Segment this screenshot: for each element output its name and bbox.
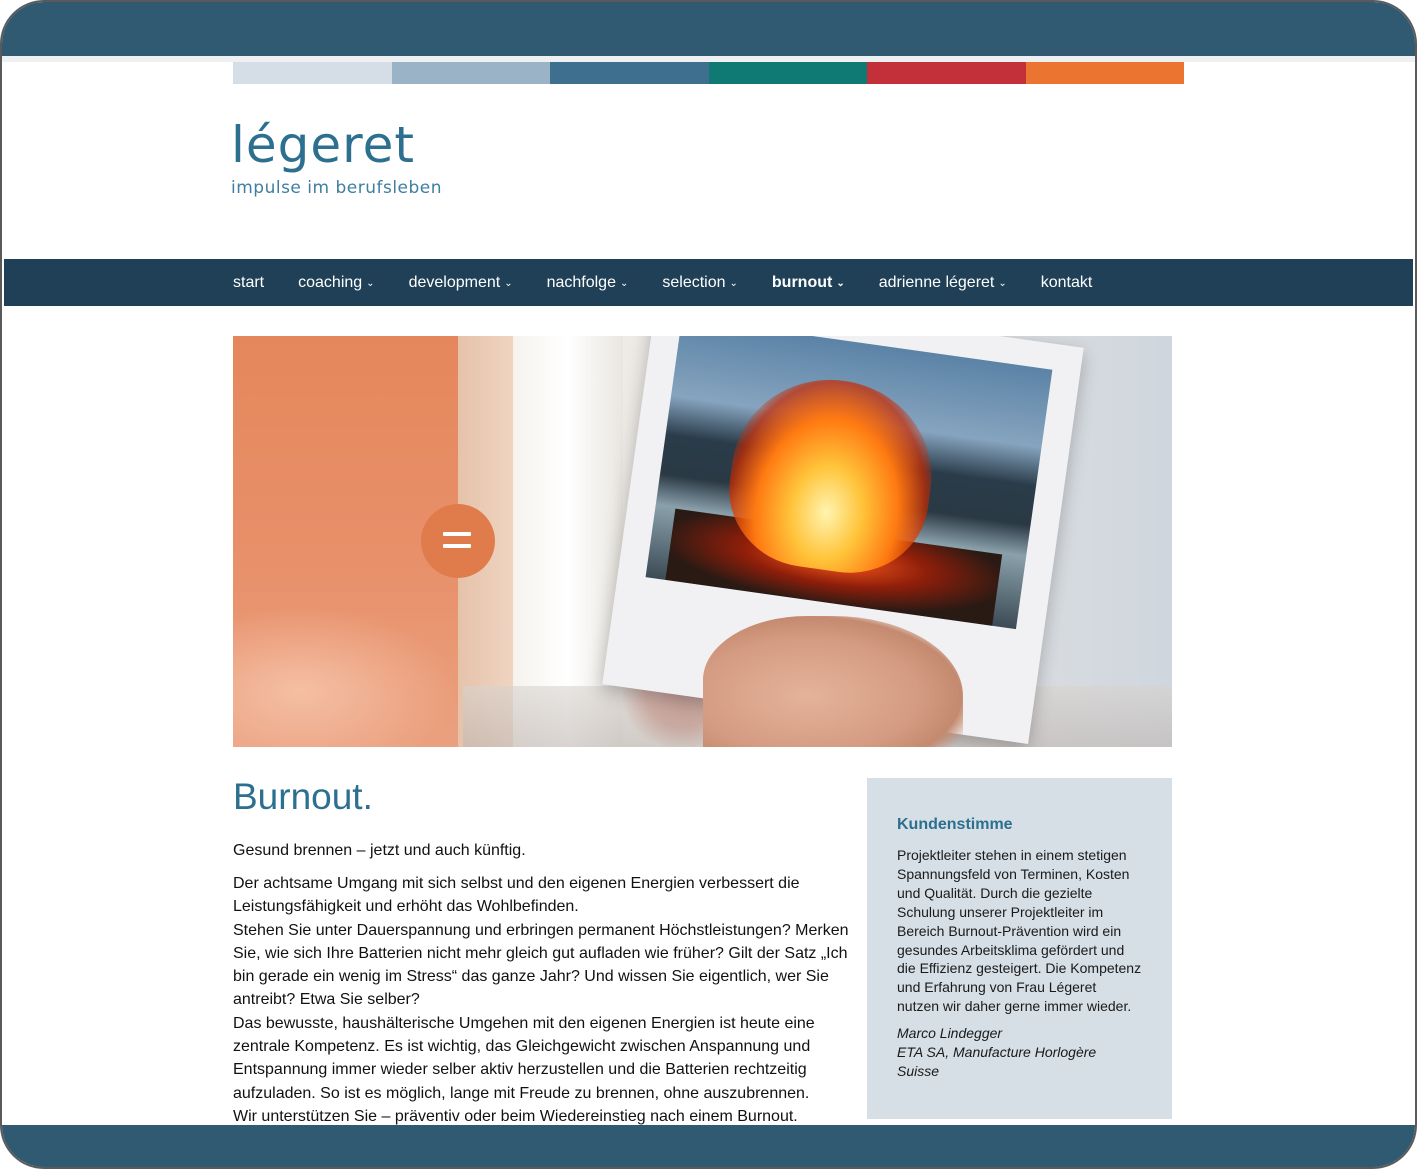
nav-item-adrienne-legeret[interactable]: adrienne légeret ⌄ bbox=[879, 274, 1007, 292]
color-segment-1 bbox=[233, 62, 392, 84]
nav-item-development[interactable]: development ⌄ bbox=[409, 274, 513, 292]
brand-color-bar bbox=[233, 62, 1184, 84]
color-segment-4 bbox=[708, 62, 867, 84]
nav-item-label: adrienne légeret bbox=[878, 273, 995, 291]
page-title: Burnout. bbox=[233, 776, 373, 817]
frame-top-bar bbox=[2, 2, 1415, 56]
chevron-down-icon: ⌄ bbox=[998, 278, 1007, 289]
color-segment-2 bbox=[391, 62, 550, 84]
testimonial-author-name: Marco Lindegger bbox=[897, 1025, 1003, 1042]
chevron-down-icon: ⌄ bbox=[504, 278, 513, 289]
testimonial-author-company: ETA SA, Manufacture Horlogère Suisse bbox=[897, 1044, 1097, 1079]
nav-item-label: selection bbox=[662, 273, 726, 291]
body-paragraph: Stehen Sie unter Dauerspannung und erbri… bbox=[233, 921, 849, 1009]
main-navigation: start coaching ⌄ development ⌄ nachfolge… bbox=[4, 259, 1413, 306]
chevron-down-icon: ⌄ bbox=[836, 278, 845, 289]
nav-item-label: kontakt bbox=[1040, 273, 1093, 291]
nav-item-start[interactable]: start bbox=[233, 274, 264, 292]
nav-item-label: development bbox=[408, 273, 501, 291]
equals-icon bbox=[421, 504, 495, 578]
nav-item-kontakt[interactable]: kontakt bbox=[1041, 274, 1093, 292]
body-paragraph: Das bewusste, haushälterische Umgehen mi… bbox=[233, 1014, 815, 1102]
logo-tagline: impulse im berufsleben bbox=[231, 178, 443, 198]
page-lead: Gesund brennen – jetzt und auch künftig. bbox=[233, 842, 526, 859]
nav-item-selection[interactable]: selection ⌄ bbox=[662, 274, 738, 292]
site-logo[interactable]: légeret impulse im berufsleben bbox=[231, 120, 442, 198]
nav-item-nachfolge[interactable]: nachfolge ⌄ bbox=[547, 274, 629, 292]
hero-image bbox=[233, 336, 1172, 747]
nav-item-coaching[interactable]: coaching ⌄ bbox=[298, 274, 374, 292]
color-segment-5 bbox=[867, 62, 1026, 84]
device-frame: légeret impulse im berufsleben start coa… bbox=[0, 0, 1417, 1169]
nav-item-label: coaching bbox=[298, 273, 363, 291]
testimonial-heading: Kundenstimme bbox=[897, 816, 1013, 833]
frame-bottom-bar bbox=[2, 1125, 1415, 1167]
nav-item-label: burnout bbox=[771, 273, 833, 291]
color-segment-3 bbox=[550, 62, 709, 84]
logo-wordmark: légeret bbox=[231, 116, 415, 174]
chevron-down-icon: ⌄ bbox=[619, 278, 629, 289]
chevron-down-icon: ⌄ bbox=[366, 278, 375, 289]
page-body: Der achtsame Umgang mit sich selbst und … bbox=[233, 872, 853, 1128]
testimonial-quote: Projektleiter stehen in einem stetigen S… bbox=[897, 847, 1142, 1015]
chevron-down-icon: ⌄ bbox=[729, 278, 738, 289]
testimonial-box: Kundenstimme Projektleiter stehen in ein… bbox=[867, 778, 1172, 1119]
nav-item-label: nachfolge bbox=[546, 273, 616, 291]
body-paragraph: Der achtsame Umgang mit sich selbst und … bbox=[233, 875, 800, 916]
testimonial-author: Marco Lindegger ETA SA, Manufacture Horl… bbox=[897, 1024, 1142, 1081]
color-segment-6 bbox=[1025, 62, 1184, 84]
nav-item-label: start bbox=[233, 273, 265, 291]
nav-item-burnout[interactable]: burnout ⌄ bbox=[772, 274, 845, 292]
